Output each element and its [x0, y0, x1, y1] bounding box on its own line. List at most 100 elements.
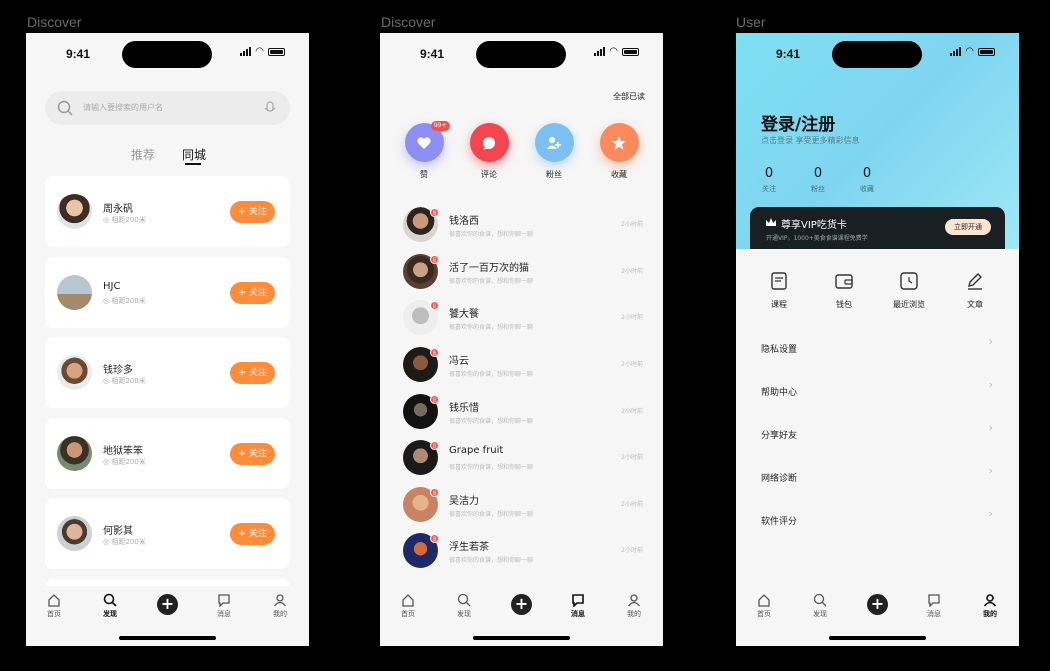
message-item[interactable]: 8 钱洛西 很喜欢你的食谱，想和你聊一聊 2小时前	[403, 207, 643, 251]
message-preview: 很喜欢你的食谱，想和你聊一聊	[449, 511, 534, 518]
add-button[interactable]: +	[867, 594, 888, 615]
tab-messages[interactable]: 消息	[906, 591, 962, 619]
tab-bar: 首页 发现 + 消息 我的	[380, 586, 663, 646]
avatar	[57, 194, 92, 229]
star-icon	[612, 135, 626, 150]
tab-recommend[interactable]: 推荐	[131, 146, 155, 163]
follow-button[interactable]: + 关注	[230, 523, 275, 545]
microphone-icon[interactable]	[264, 101, 276, 115]
message-time: 2小时前	[621, 361, 643, 368]
tab-home[interactable]: 首页	[736, 591, 792, 619]
message-icon	[928, 594, 940, 607]
quick-wallet[interactable]: 钱包	[824, 271, 864, 310]
user-card[interactable]: 地狱笨笨 ◎ 相距200米 + 关注	[45, 418, 290, 489]
tab-local[interactable]: 同城	[182, 146, 206, 163]
user-card[interactable]: 周永矾 ◎ 相距200米 + 关注	[45, 176, 290, 247]
heart-icon	[417, 136, 431, 149]
messages-screen: 9:41 ◠ 全部已读 99+ 赞 评论 粉丝 收藏 8 钱洛西 很喜欢你的食谱，想…	[380, 33, 663, 646]
message-icon	[218, 594, 230, 607]
avatar	[57, 355, 92, 390]
message-item[interactable]: 8 活了一百万次的猫 很喜欢你的食谱，想和你聊一聊 2小时前	[403, 254, 643, 298]
quick-article[interactable]: 文章	[955, 271, 995, 310]
vip-card[interactable]: 尊享VIP吃货卡 开通VIP，1000+美食食谱课程免费学 立即开通	[750, 207, 1005, 249]
follow-button[interactable]: + 关注	[230, 443, 275, 465]
home-indicator	[473, 636, 570, 640]
mark-all-read-button[interactable]: 全部已读	[613, 91, 645, 102]
tab-profile[interactable]: 我的	[252, 591, 308, 619]
follow-button[interactable]: + 关注	[230, 362, 275, 384]
chevron-right-icon: ›	[988, 421, 993, 434]
add-button[interactable]: +	[511, 594, 532, 615]
comment-icon	[483, 136, 495, 150]
add-button[interactable]: +	[157, 594, 178, 615]
unread-badge: 8	[430, 441, 439, 450]
follow-button[interactable]: + 关注	[230, 201, 275, 223]
sender-name: 吴洁力	[449, 496, 479, 507]
chevron-right-icon: ›	[988, 378, 993, 391]
user-card[interactable]: 钱珍多 ◎ 相距200米 + 关注	[45, 337, 290, 408]
article-icon	[968, 273, 982, 290]
tab-home[interactable]: 首页	[26, 591, 82, 619]
wifi-icon: ◠	[965, 46, 974, 57]
sender-name: 钱洛西	[449, 216, 479, 227]
follow-button[interactable]: + 关注	[230, 282, 275, 304]
settings-help[interactable]: 帮助中心 ›	[761, 378, 993, 400]
settings-privacy[interactable]: 隐私设置 ›	[761, 335, 993, 357]
tab-messages[interactable]: 消息	[196, 591, 252, 619]
user-name: 何影其	[103, 526, 133, 537]
user-card[interactable]: HJC ◎ 相距200米 + 关注	[45, 257, 290, 328]
tab-profile[interactable]: 我的	[962, 591, 1018, 619]
status-bar: 9:41 ◠	[736, 33, 1019, 73]
avatar	[57, 275, 92, 310]
stat-following[interactable]: 0 关注	[754, 166, 784, 194]
category-fans[interactable]: 粉丝	[534, 123, 574, 180]
message-item[interactable]: 8 冯云 很喜欢你的食谱，想和你聊一聊 2小时前	[403, 347, 643, 391]
tab-indicator	[185, 163, 201, 165]
message-item[interactable]: 8 浮生若茶 很喜欢你的食谱，想和你聊一聊 2小时前	[403, 533, 643, 577]
status-bar: 9:41 ◠	[26, 33, 309, 73]
settings-network[interactable]: 网络诊断 ›	[761, 464, 993, 486]
user-distance: ◎ 相距200米	[103, 216, 146, 224]
wallet-icon	[835, 274, 853, 289]
tab-discover[interactable]: 发现	[436, 591, 492, 619]
message-time: 2小时前	[621, 454, 643, 461]
settings-share[interactable]: 分享好友 ›	[761, 421, 993, 443]
status-bar: 9:41 ◠	[380, 33, 663, 73]
chevron-right-icon: ›	[988, 507, 993, 520]
tab-profile[interactable]: 我的	[606, 591, 662, 619]
message-item[interactable]: 8 饕大餮 很喜欢你的食谱，想和你聊一聊 2小时前	[403, 300, 643, 344]
message-item[interactable]: 8 吴洁力 很喜欢你的食谱，想和你聊一聊 2小时前	[403, 487, 643, 531]
message-item[interactable]: 8 钱乐惜 很喜欢你的食谱，想和你聊一聊 2小时前	[403, 394, 643, 438]
message-item[interactable]: 8 Grape fruit 很喜欢你的食谱，想和你聊一聊 2小时前	[403, 440, 643, 484]
category-favorites[interactable]: 收藏	[599, 123, 639, 180]
search-bar[interactable]: 请输入要搜索的用户名	[45, 91, 290, 125]
category-comments[interactable]: 评论	[469, 123, 509, 180]
settings-rating[interactable]: 软件评分 ›	[761, 507, 993, 529]
user-distance: ◎ 相距200米	[103, 458, 146, 466]
tab-discover[interactable]: 发现	[82, 591, 138, 619]
message-preview: 很喜欢你的食谱，想和你聊一聊	[449, 278, 534, 285]
wifi-icon: ◠	[255, 46, 264, 57]
battery-icon	[268, 47, 285, 56]
signal-icon	[240, 47, 252, 56]
quick-course[interactable]: 课程	[759, 271, 799, 310]
login-register-title[interactable]: 登录/注册	[761, 110, 835, 135]
dynamic-island	[832, 41, 922, 68]
stat-fans[interactable]: 0 粉丝	[803, 166, 833, 194]
quick-history[interactable]: 最近浏览	[889, 271, 929, 310]
category-likes[interactable]: 99+ 赞	[404, 121, 450, 180]
stat-favorites[interactable]: 0 收藏	[852, 166, 882, 194]
tab-messages[interactable]: 消息	[550, 591, 606, 619]
search-icon	[813, 593, 827, 607]
vip-subtitle: 开通VIP，1000+美食食谱课程免费学	[766, 235, 868, 242]
tab-home[interactable]: 首页	[380, 591, 436, 619]
user-card[interactable]: 何影其 ◎ 相距200米 + 关注	[45, 498, 290, 569]
sender-name: 活了一百万次的猫	[449, 263, 529, 274]
message-time: 2小时前	[621, 547, 643, 554]
vip-activate-button[interactable]: 立即开通	[945, 219, 991, 235]
avatar	[57, 436, 92, 471]
search-input[interactable]: 请输入要搜索的用户名	[83, 102, 163, 113]
battery-icon	[978, 47, 995, 56]
chevron-right-icon: ›	[988, 464, 993, 477]
tab-discover[interactable]: 发现	[792, 591, 848, 619]
